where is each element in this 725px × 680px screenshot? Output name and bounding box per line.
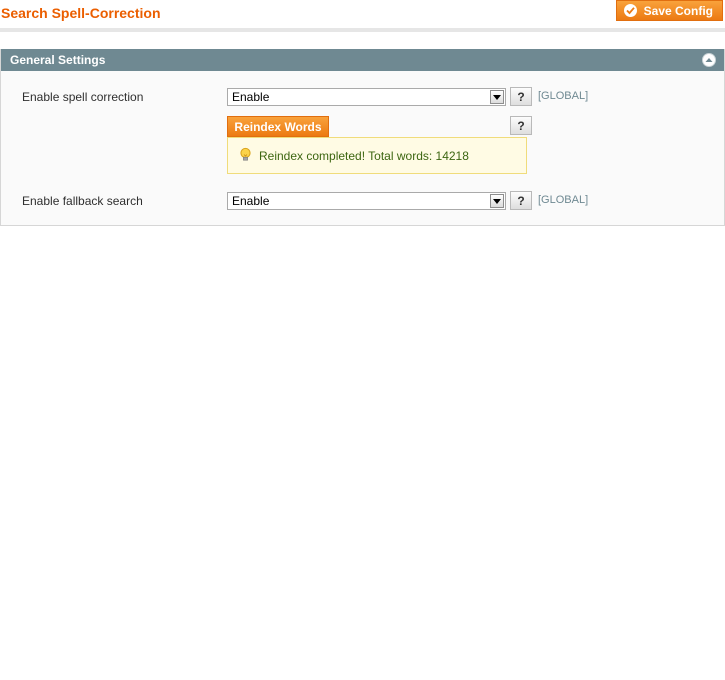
fallback-search-scope: [GLOBAL] [538,194,589,206]
reindex-help-button[interactable]: ? [510,116,532,135]
dropdown-arrow-icon[interactable] [490,90,504,104]
fallback-search-value: Enable [232,194,270,208]
lightbulb-icon [238,147,253,165]
spell-correction-select[interactable]: Enable [227,88,506,106]
config-page: Search Spell-Correction Save Config Gene… [0,0,725,680]
spell-correction-help-button[interactable]: ? [510,87,532,106]
fallback-search-label: Enable fallback search [22,194,143,208]
page-title: Search Spell-Correction [1,5,161,21]
spell-correction-label: Enable spell correction [22,90,144,104]
dropdown-arrow-icon[interactable] [490,194,504,208]
save-config-button[interactable]: Save Config [615,0,723,21]
page-header: Search Spell-Correction Save Config [0,0,725,32]
fallback-search-select[interactable]: Enable [227,192,506,210]
check-circle-icon [623,4,637,17]
spell-correction-scope: [GLOBAL] [538,90,589,102]
section-title: General Settings [10,53,106,67]
fallback-search-help-button[interactable]: ? [510,191,532,210]
save-config-label: Save Config [643,3,713,18]
spell-correction-value: Enable [232,90,270,104]
section-header[interactable]: General Settings [1,49,724,71]
reindex-words-button[interactable]: Reindex Words [227,116,329,137]
chevron-up-icon[interactable] [702,53,716,67]
notice-text: Reindex completed! Total words: 14218 [259,148,469,163]
general-settings-section: General Settings Enable spell correction… [0,49,725,226]
reindex-notice: Reindex completed! Total words: 14218 [227,137,527,174]
